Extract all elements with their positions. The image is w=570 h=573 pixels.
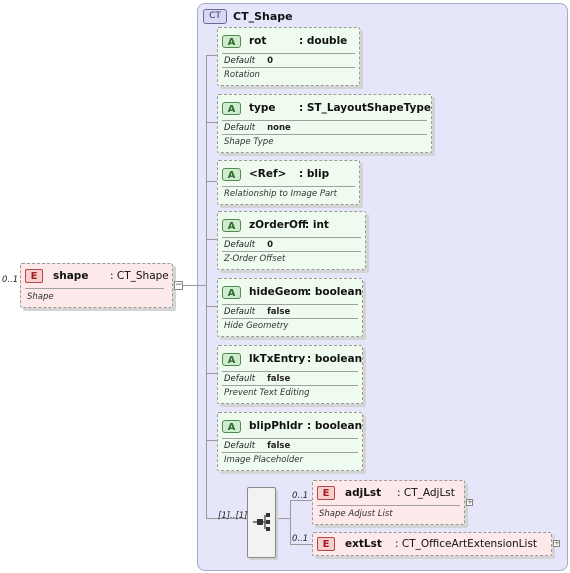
element-badge: E bbox=[317, 537, 335, 551]
default-row: Default false bbox=[224, 374, 291, 384]
element-name: extLst bbox=[345, 538, 382, 550]
attribute-doc: Shape Type bbox=[224, 137, 274, 147]
sequence-compositor[interactable] bbox=[247, 487, 276, 558]
default-row: Default 0 bbox=[224, 56, 273, 66]
connector-trunk bbox=[206, 55, 207, 518]
attribute-doc: Prevent Text Editing bbox=[224, 388, 310, 398]
attribute-type: : boolean bbox=[307, 420, 363, 432]
child-occurrence: 0..1 bbox=[292, 491, 309, 501]
collapse-toggle[interactable]: − bbox=[174, 281, 183, 290]
attribute-type[interactable]: A type : ST_LayoutShapeType Default none … bbox=[217, 94, 432, 153]
element-doc: Shape bbox=[27, 292, 54, 302]
attribute-badge: A bbox=[222, 101, 241, 115]
root-element-shape[interactable]: E shape : CT_Shape Shape bbox=[20, 263, 173, 308]
attribute-name: hideGeom bbox=[249, 286, 309, 298]
default-row: Default false bbox=[224, 441, 291, 451]
default-row: Default none bbox=[224, 123, 291, 133]
connector-line bbox=[290, 500, 291, 544]
attribute-name: blipPhldr bbox=[249, 420, 303, 432]
attribute-name: <Ref> bbox=[249, 168, 287, 180]
attribute-zorderoff[interactable]: A zOrderOff : int Default 0 Z-Order Offse… bbox=[217, 211, 366, 270]
attribute-type: : boolean bbox=[307, 353, 363, 365]
default-row: Default false bbox=[224, 307, 291, 317]
complex-type-header: CT CT_Shape bbox=[203, 8, 293, 24]
element-adjlst[interactable]: E adjLst : CT_AdjLst Shape Adjust List bbox=[312, 480, 465, 525]
sequence-icon bbox=[253, 513, 270, 531]
element-name: shape bbox=[53, 270, 89, 282]
attribute-doc: Hide Geometry bbox=[224, 321, 289, 331]
attribute-badge: A bbox=[222, 218, 241, 232]
attribute-badge: A bbox=[222, 419, 241, 433]
element-extlst[interactable]: E extLst : CT_OfficeArtExtensionList bbox=[312, 532, 552, 556]
attribute-name: rot bbox=[249, 35, 267, 47]
attribute-type-value: : ST_LayoutShapeType bbox=[299, 102, 431, 114]
root-occurrence: 0..1 bbox=[2, 275, 19, 285]
complex-type-badge: CT bbox=[203, 8, 227, 24]
sequence-occurrence: [1]..[1] bbox=[218, 511, 248, 521]
element-type: : CT_OfficeArtExtensionList bbox=[395, 538, 538, 550]
attribute-badge: A bbox=[222, 352, 241, 366]
complex-type-name: CT_Shape bbox=[233, 9, 293, 23]
attribute-ref[interactable]: A <Ref> : blip Relationship to Image Par… bbox=[217, 160, 360, 205]
attribute-doc: Z-Order Offset bbox=[224, 254, 286, 264]
attribute-rot[interactable]: A rot : double Default 0 Rotation bbox=[217, 27, 360, 86]
connector-line bbox=[276, 518, 290, 519]
attribute-type: : blip bbox=[299, 168, 330, 180]
attribute-doc: Rotation bbox=[224, 70, 260, 80]
element-badge: E bbox=[25, 269, 43, 283]
element-name: adjLst bbox=[345, 487, 382, 499]
expand-toggle[interactable]: + bbox=[553, 540, 560, 547]
attribute-type: : boolean bbox=[307, 286, 363, 298]
attribute-name: zOrderOff bbox=[249, 219, 307, 231]
expand-toggle[interactable]: + bbox=[466, 499, 473, 506]
attribute-name: lkTxEntry bbox=[249, 353, 306, 365]
attribute-hidegeom[interactable]: A hideGeom : boolean Default false Hide G… bbox=[217, 278, 363, 337]
element-badge: E bbox=[317, 486, 335, 500]
attribute-badge: A bbox=[222, 34, 241, 48]
attribute-type: : int bbox=[305, 219, 329, 231]
default-row: Default 0 bbox=[224, 240, 273, 250]
element-type: : CT_Shape bbox=[110, 270, 169, 282]
element-type: : CT_AdjLst bbox=[397, 487, 455, 499]
element-doc: Shape Adjust List bbox=[319, 509, 393, 519]
attribute-doc: Image Placeholder bbox=[224, 455, 303, 465]
attribute-blipphldr[interactable]: A blipPhldr : boolean Default false Image… bbox=[217, 412, 363, 471]
attribute-badge: A bbox=[222, 167, 241, 181]
attribute-badge: A bbox=[222, 285, 241, 299]
attribute-doc: Relationship to Image Part bbox=[224, 189, 337, 199]
attribute-type: : double bbox=[299, 35, 348, 47]
attribute-name: type bbox=[249, 102, 276, 114]
attribute-lktxentry[interactable]: A lkTxEntry : boolean Default false Preve… bbox=[217, 345, 363, 404]
child-occurrence: 0..1 bbox=[292, 534, 309, 544]
connector-line bbox=[290, 544, 312, 545]
